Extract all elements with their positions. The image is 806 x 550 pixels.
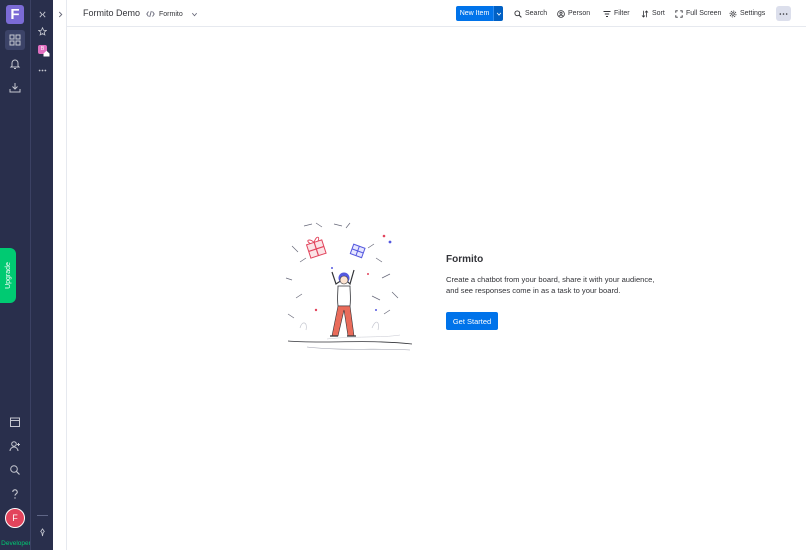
left-rail: F Upgrade F: [0, 0, 30, 550]
chevron-down-icon: [496, 12, 501, 16]
fullscreen-icon: [675, 9, 683, 18]
person-icon: [557, 9, 565, 18]
settings-button[interactable]: Settings: [729, 8, 765, 19]
more-dots-icon: [779, 12, 788, 15]
app-logo[interactable]: F: [6, 5, 24, 24]
star-icon[interactable]: [36, 25, 49, 38]
inbox-icon[interactable]: [5, 78, 25, 98]
code-icon: [146, 10, 155, 18]
sort-label: Sort: [652, 10, 665, 17]
search-label: Search: [525, 10, 548, 17]
sort-icon: [641, 9, 649, 18]
workspace-column: B: [30, 0, 53, 550]
gear-icon: [729, 10, 737, 17]
expand-panel-icon[interactable]: [56, 9, 65, 20]
search-icon[interactable]: [5, 460, 25, 480]
new-item-dropdown[interactable]: [493, 6, 503, 21]
sort-button[interactable]: Sort: [641, 8, 665, 19]
view-tab-formito[interactable]: Formito: [146, 8, 198, 20]
empty-state-description: Create a chatbot from your board, share …: [446, 275, 655, 295]
fullscreen-label: Full Screen: [686, 10, 722, 17]
filter-button[interactable]: Filter: [603, 8, 630, 19]
person-button[interactable]: Person: [557, 8, 590, 19]
board-title[interactable]: Formito Demo: [83, 8, 140, 18]
home-icon: [43, 50, 50, 57]
filter-icon: [603, 10, 611, 17]
calendar-icon[interactable]: [5, 412, 25, 432]
board-panel: [53, 0, 67, 550]
empty-state-title: Formito: [446, 254, 484, 265]
pin-icon[interactable]: [36, 526, 49, 539]
workspaces-icon[interactable]: [5, 30, 25, 50]
more-dots-icon[interactable]: [36, 64, 49, 77]
developer-badge: Developer: [0, 538, 32, 550]
chevron-down-icon[interactable]: [191, 11, 198, 18]
search-button[interactable]: Search: [514, 8, 547, 19]
get-started-button[interactable]: Get Started: [446, 312, 498, 330]
person-label: Person: [568, 10, 591, 17]
board-header: Formito Demo Formito New Item Search Per…: [67, 0, 806, 27]
help-icon[interactable]: [5, 484, 25, 504]
settings-label: Settings: [740, 10, 766, 17]
filter-label: Filter: [614, 10, 630, 17]
invite-icon[interactable]: [5, 436, 25, 456]
more-actions-button[interactable]: [776, 6, 791, 21]
new-item-button[interactable]: New Item: [456, 6, 503, 21]
search-icon: [514, 9, 522, 18]
fullscreen-button[interactable]: Full Screen: [675, 8, 721, 19]
view-tab-label: Formito: [159, 10, 183, 18]
workspace-divider: [37, 515, 48, 516]
user-avatar[interactable]: F: [5, 508, 25, 528]
upgrade-label: Upgrade: [4, 262, 12, 289]
app-root: F Upgrade F Developer B Formito Demo For…: [0, 0, 806, 550]
collapse-icon[interactable]: [36, 8, 49, 21]
bell-icon[interactable]: [5, 54, 25, 74]
upgrade-button[interactable]: Upgrade: [0, 248, 16, 303]
celebration-illustration: [285, 222, 413, 351]
new-item-label[interactable]: New Item: [456, 6, 493, 21]
